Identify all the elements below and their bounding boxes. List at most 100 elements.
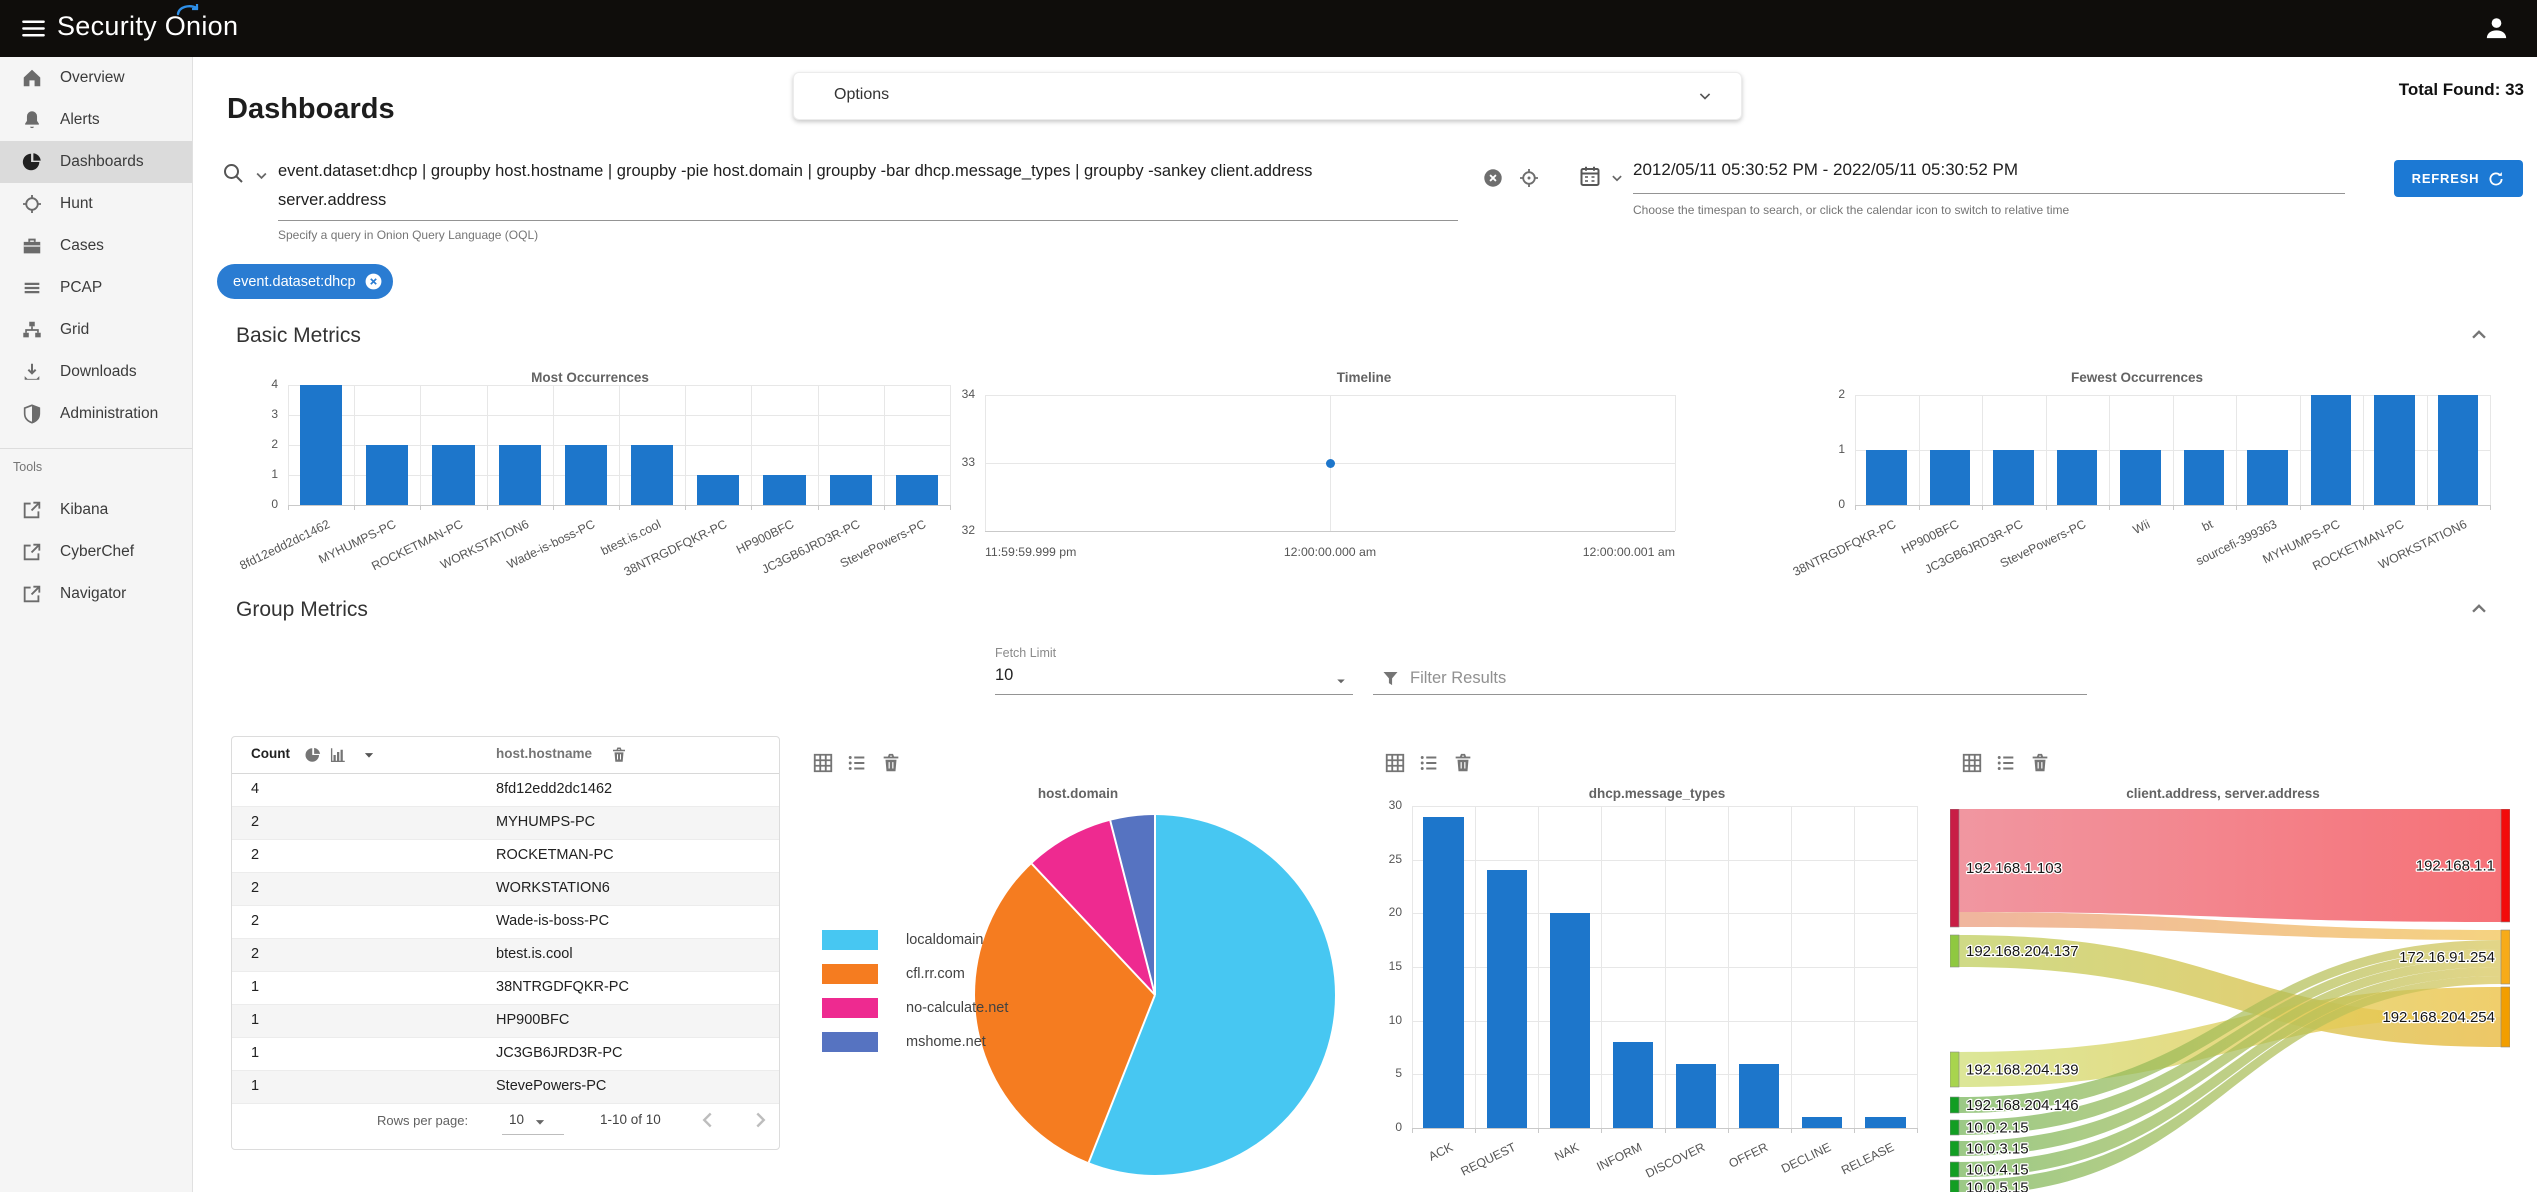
sidebar-item-pcap[interactable]: PCAP: [0, 267, 192, 309]
app-logo[interactable]: Security Onion: [57, 11, 238, 42]
bar-workstation6[interactable]: [498, 445, 541, 505]
rows-per-page-select[interactable]: 10: [509, 1112, 524, 1127]
sankey-node-192-168-1-103[interactable]: [1950, 809, 1960, 928]
refresh-button[interactable]: REFRESH: [2394, 160, 2523, 197]
count-column-header[interactable]: Count: [251, 746, 290, 761]
sidebar-item-administration[interactable]: Administration: [0, 393, 192, 435]
query-history-chevron-icon[interactable]: [252, 166, 271, 185]
bar-myhumps-pc[interactable]: [2310, 395, 2352, 505]
bar-nak[interactable]: [1549, 913, 1590, 1128]
options-dropdown[interactable]: Options: [793, 72, 1742, 120]
table-row[interactable]: 4 8fd12edd2dc1462: [232, 774, 779, 807]
bar-inform[interactable]: [1612, 1042, 1654, 1128]
sidebar-tool-kibana[interactable]: Kibana: [0, 489, 192, 531]
bar-ack[interactable]: [1423, 816, 1464, 1128]
bar-stevepowers-pc[interactable]: [2056, 450, 2098, 505]
delete-icon[interactable]: [1452, 752, 1474, 774]
sidebar-tool-cyberchef[interactable]: CyberChef: [0, 531, 192, 573]
sankey-node-10-0-2-15[interactable]: [1950, 1119, 1960, 1136]
sort-caret-icon[interactable]: [360, 746, 378, 764]
sidebar-item-dashboards[interactable]: Dashboards: [0, 141, 192, 183]
list-view-icon[interactable]: [1418, 752, 1440, 774]
sankey-node-192-168-204-139[interactable]: [1950, 1051, 1960, 1088]
legend-item-localdomain[interactable]: localdomain: [822, 930, 983, 950]
bar-chart-icon[interactable]: [329, 746, 347, 764]
fetch-limit-caret-icon[interactable]: [1332, 672, 1350, 690]
calendar-icon[interactable]: [1578, 164, 1602, 188]
table-row[interactable]: 1 JC3GB6JRD3R-PC: [232, 1038, 779, 1071]
bar-sourcefi-399363[interactable]: [2247, 450, 2288, 505]
bar-offer[interactable]: [1739, 1063, 1780, 1128]
fetch-limit-select[interactable]: 10: [995, 666, 1013, 685]
sidebar-tool-navigator[interactable]: Navigator: [0, 573, 192, 615]
search-input[interactable]: event.dataset:dhcp | groupby host.hostna…: [278, 157, 1458, 221]
list-view-icon[interactable]: [846, 752, 868, 774]
menu-icon[interactable]: [20, 15, 47, 42]
remove-filter-icon[interactable]: [364, 272, 383, 291]
sankey-node-10-0-4-15[interactable]: [1950, 1161, 1960, 1178]
list-view-icon[interactable]: [1995, 752, 2017, 774]
bar-hp900bfc[interactable]: [763, 475, 806, 505]
collapse-group-metrics-button[interactable]: [2466, 596, 2492, 622]
table-row[interactable]: 1 HP900BFC: [232, 1005, 779, 1038]
sankey-node-172-16-91-254[interactable]: [2500, 929, 2510, 985]
bar-jc3gb6jrd3r-pc[interactable]: [829, 475, 872, 505]
delete-icon[interactable]: [610, 746, 628, 764]
bar-wade-is-boss-pc[interactable]: [564, 445, 608, 505]
bar-rocketman-pc[interactable]: [2374, 395, 2415, 505]
table-view-icon[interactable]: [812, 752, 834, 774]
table-view-icon[interactable]: [1384, 752, 1406, 774]
filter-results-input[interactable]: Filter Results: [1410, 669, 1506, 688]
sankey-node-192-168-204-146[interactable]: [1950, 1096, 1960, 1114]
bar-38ntrgdfqkr-pc[interactable]: [1866, 450, 1907, 505]
table-row[interactable]: 2 btest.is.cool: [232, 939, 779, 972]
delete-icon[interactable]: [2029, 752, 2051, 774]
table-row[interactable]: 2 WORKSTATION6: [232, 873, 779, 906]
bar-myhumps-pc[interactable]: [366, 445, 409, 505]
bar-workstation6[interactable]: [2437, 395, 2479, 505]
table-row[interactable]: 2 MYHUMPS-PC: [232, 807, 779, 840]
pie-chart-icon[interactable]: [304, 746, 322, 764]
delete-icon[interactable]: [880, 752, 902, 774]
legend-item-cfl-rr-com[interactable]: cfl.rr.com: [822, 964, 965, 984]
sidebar-item-overview[interactable]: Overview: [0, 57, 192, 99]
bar-38ntrgdfqkr-pc[interactable]: [697, 475, 740, 505]
query-target-icon[interactable]: [1518, 167, 1540, 189]
table-row[interactable]: 1 38NTRGDFQKR-PC: [232, 972, 779, 1005]
table-view-icon[interactable]: [1961, 752, 1983, 774]
sidebar-item-hunt[interactable]: Hunt: [0, 183, 192, 225]
sidebar-item-alerts[interactable]: Alerts: [0, 99, 192, 141]
bar-decline[interactable]: [1802, 1117, 1843, 1128]
table-row[interactable]: 2 Wade-is-boss-PC: [232, 906, 779, 939]
bar-rocketman-pc[interactable]: [432, 445, 475, 505]
bar-discover[interactable]: [1675, 1063, 1717, 1128]
timespan-chevron-icon[interactable]: [1608, 169, 1626, 187]
chevron-left-icon[interactable]: [695, 1107, 721, 1133]
timeline-data-point[interactable]: [1325, 458, 1335, 468]
sankey-node-10-0-5-15[interactable]: [1950, 1179, 1960, 1192]
clear-query-icon[interactable]: [1482, 167, 1504, 189]
bar-jc3gb6jrd3r-pc[interactable]: [1993, 450, 2034, 505]
sidebar-item-cases[interactable]: Cases: [0, 225, 192, 267]
bar-bt[interactable]: [2183, 450, 2225, 505]
user-account-icon[interactable]: [2482, 14, 2511, 43]
legend-item-no-calculate-net[interactable]: no-calculate.net: [822, 998, 1008, 1018]
sidebar-item-downloads[interactable]: Downloads: [0, 351, 192, 393]
legend-item-mshome-net[interactable]: mshome.net: [822, 1032, 986, 1052]
bar-release[interactable]: [1865, 1117, 1906, 1128]
bar-btest-is-cool[interactable]: [630, 445, 674, 505]
sankey-node-192-168-204-254[interactable]: [2500, 986, 2510, 1048]
sidebar-item-grid[interactable]: Grid: [0, 309, 192, 351]
sankey-node-192-168-1-1[interactable]: [2500, 809, 2510, 923]
collapse-basic-metrics-button[interactable]: [2466, 322, 2492, 348]
bar-8fd12edd2dc1462[interactable]: [299, 385, 343, 505]
rows-per-page-caret-icon[interactable]: [531, 1113, 549, 1131]
chevron-right-icon[interactable]: [747, 1107, 773, 1133]
sankey-node-10-0-3-15[interactable]: [1950, 1140, 1960, 1157]
field-column-header[interactable]: host.hostname: [496, 746, 592, 761]
bar-request[interactable]: [1486, 870, 1527, 1128]
table-row[interactable]: 2 ROCKETMAN-PC: [232, 840, 779, 873]
timespan-input[interactable]: 2012/05/11 05:30:52 PM - 2022/05/11 05:3…: [1633, 160, 2345, 194]
bar-wii[interactable]: [2120, 450, 2161, 505]
filter-chip[interactable]: event.dataset:dhcp: [217, 264, 393, 299]
